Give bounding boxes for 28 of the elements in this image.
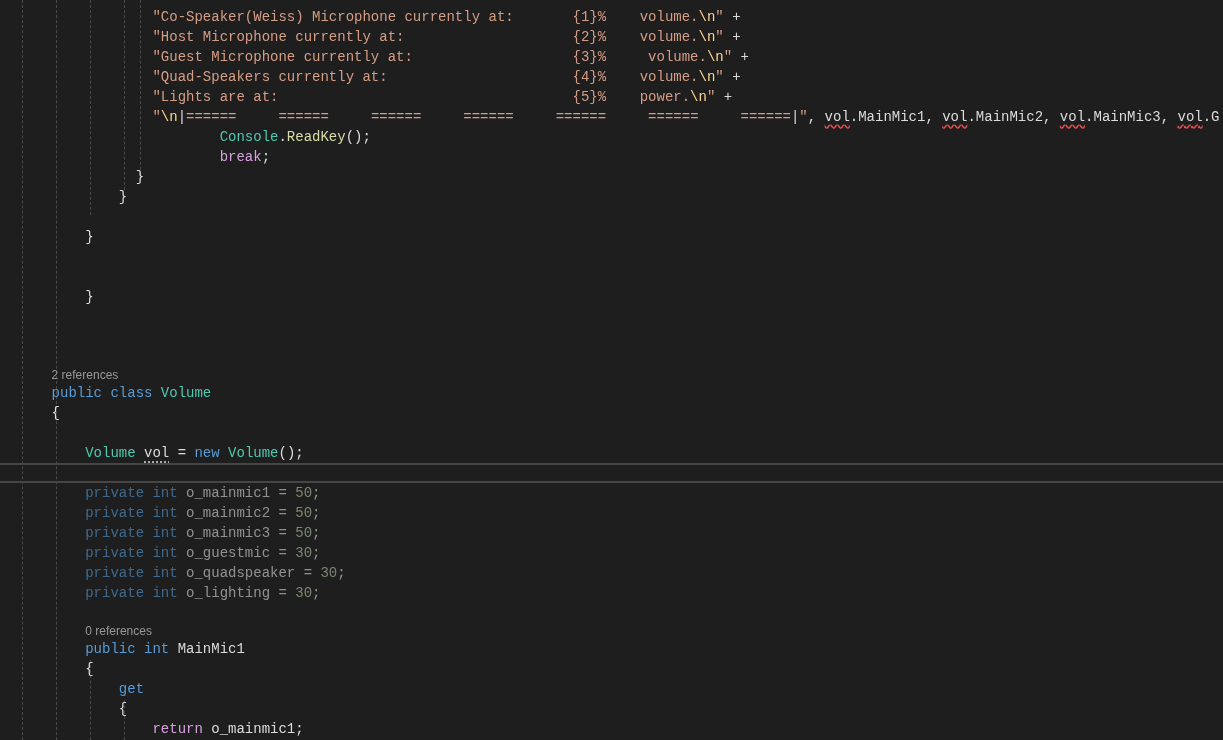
code-line: public int MainMic1 [85, 640, 245, 659]
codelens-references[interactable]: 2 references [51, 367, 119, 383]
code-line: "Lights are at: {5}% power.\n" + [152, 88, 733, 107]
code-line: Volume vol = new Volume(); [85, 444, 304, 463]
code-line: public class Volume [51, 384, 212, 403]
code-line: } [85, 288, 94, 307]
code-line: { [118, 700, 128, 719]
code-line: Console.ReadKey(); [219, 128, 371, 147]
code-line: "Quad-Speakers currently at: {4}% volume.\n" + [152, 68, 741, 87]
code-line: get [118, 680, 145, 699]
code-line: private int o_mainmic3 = 50; [85, 524, 321, 543]
code-line: private int o_mainmic2 = 50; [85, 504, 321, 523]
code-line: } [85, 228, 94, 247]
code-line: "Host Microphone currently at: {2}% volume.\n" + [152, 28, 741, 47]
code-line: private int o_mainmic1 = 50; [85, 484, 321, 503]
code-line: { [51, 404, 60, 423]
code-line: break; [219, 148, 271, 167]
code-line: "Co-Speaker(Weiss) Microphone currently at: {1}% volume.\n" + [152, 8, 741, 27]
code-line: "Guest Microphone currently at: {3}% volume.\n" + [152, 48, 749, 67]
code-line: private int o_quadspeaker = 30; [85, 564, 346, 583]
code-line: { [85, 660, 94, 679]
code-line: return o_mainmic1; [152, 720, 304, 739]
code-line: private int o_lighting = 30; [85, 584, 321, 603]
code-line: } [118, 188, 128, 207]
code-line: "\n|====== ====== ====== ====== ====== ====== ======|", vol.MainMic1, vol.MainMic2, vol.MainMic3, vol.G [152, 108, 1220, 127]
code-line: private int o_guestmic = 30; [85, 544, 321, 563]
code-line: } [135, 168, 145, 187]
codelens-references[interactable]: 0 references [85, 623, 152, 639]
